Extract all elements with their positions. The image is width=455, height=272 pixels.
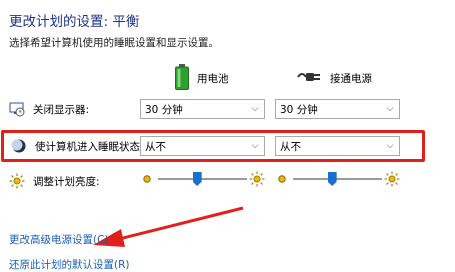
sleep-plugged-value: 从不 [280,140,301,153]
chevron-down-icon: ⌵ [386,141,394,151]
sleep-battery-value: 从不 [145,140,166,153]
dim-sun-icon [275,171,289,190]
display-off-battery-dropdown[interactable]: 30 分钟 ⌵ [140,99,265,119]
column-header-plugged: 接通电源 [296,64,372,92]
brightness-plugged-slider[interactable] [275,169,400,189]
page-subtitle: 选择希望计算机使用的睡眠设置和显示设置。 [9,37,219,49]
page-title: 更改计划的设置: 平衡 [9,14,140,30]
battery-icon [175,63,189,93]
brightness-row-label: 调整计划亮度: [9,172,100,190]
chevron-down-icon: ⌵ [386,104,394,114]
column-header-battery: 用电池 [175,63,229,93]
bright-sun-icon [384,171,400,191]
display-off-row-label: 关闭显示器: [9,100,89,118]
display-off-battery-value: 30 分钟 [145,103,183,116]
battery-column-label: 用电池 [197,72,229,85]
bright-sun-icon [249,171,265,191]
slider-track [293,178,382,180]
dim-sun-icon [140,171,154,190]
plugged-column-label: 接通电源 [330,72,372,85]
slider-thumb[interactable] [192,172,202,186]
slider-track [158,178,247,180]
chevron-down-icon: ⌵ [251,141,259,151]
power-plug-icon [296,68,322,89]
restore-defaults-link[interactable]: 还原此计划的默认设置(R) [9,257,130,272]
brightness-battery-slider[interactable] [140,169,265,189]
monitor-clock-icon [9,101,25,117]
slider-thumb[interactable] [327,172,337,186]
display-off-plugged-dropdown[interactable]: 30 分钟 ⌵ [275,99,400,119]
sleep-plugged-dropdown[interactable]: 从不 ⌵ [275,136,400,156]
sleep-battery-dropdown[interactable]: 从不 ⌵ [140,136,265,156]
moon-icon [11,138,27,154]
display-off-label: 关闭显示器: [33,103,90,116]
advanced-power-settings-link[interactable]: 更改高级电源设置(C) [9,232,109,247]
sleep-label: 使计算机进入睡眠状态: [35,140,144,153]
sun-icon [9,173,25,189]
sleep-row-label: 使计算机进入睡眠状态: [11,137,144,155]
chevron-down-icon: ⌵ [251,104,259,114]
brightness-label: 调整计划亮度: [33,175,100,188]
annotation-arrow [93,206,244,247]
display-off-plugged-value: 30 分钟 [280,103,318,116]
